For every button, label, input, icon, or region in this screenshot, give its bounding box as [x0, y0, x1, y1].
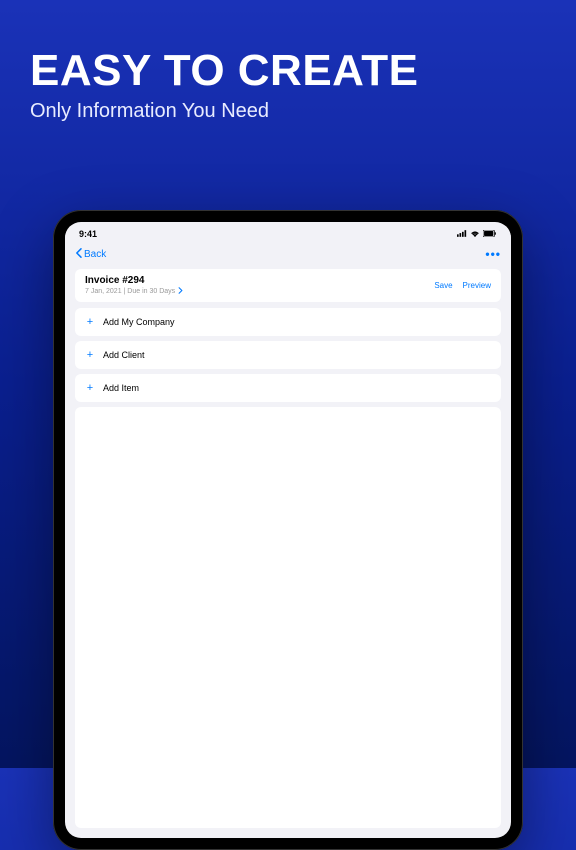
add-client-label: Add Client — [103, 350, 145, 360]
more-button[interactable]: ••• — [485, 247, 501, 261]
invoice-title-block[interactable]: Invoice #294 7 Jan, 2021 | Due in 30 Day… — [85, 275, 183, 296]
wifi-icon — [470, 229, 480, 239]
hero-title: EASY TO CREATE — [30, 48, 546, 94]
save-button[interactable]: Save — [434, 281, 452, 290]
add-item-row[interactable]: + Add Item — [75, 374, 501, 402]
add-company-label: Add My Company — [103, 317, 175, 327]
add-company-row[interactable]: + Add My Company — [75, 308, 501, 336]
invoice-title: Invoice #294 — [85, 275, 183, 286]
battery-icon — [483, 229, 497, 239]
hero-section: EASY TO CREATE Only Information You Need — [0, 0, 576, 123]
invoice-header: Invoice #294 7 Jan, 2021 | Due in 30 Day… — [75, 269, 501, 302]
status-bar: 9:41 — [65, 225, 511, 243]
preview-button[interactable]: Preview — [463, 281, 491, 290]
invoice-meta: 7 Jan, 2021 | Due in 30 Days — [85, 287, 183, 296]
content-area — [75, 407, 501, 828]
nav-bar: Back ••• — [65, 243, 511, 265]
chevron-right-icon — [178, 287, 183, 296]
invoice-meta-text: 7 Jan, 2021 | Due in 30 Days — [85, 288, 175, 295]
signal-icon — [457, 229, 467, 239]
plus-icon: + — [85, 316, 95, 328]
tablet-frame: 9:41 Back ••• — [53, 210, 523, 850]
add-client-row[interactable]: + Add Client — [75, 341, 501, 369]
plus-icon: + — [85, 349, 95, 361]
back-button[interactable]: Back — [75, 248, 106, 261]
status-icons — [457, 229, 497, 239]
add-item-label: Add Item — [103, 383, 139, 393]
hero-subtitle: Only Information You Need — [30, 100, 546, 123]
chevron-left-icon — [75, 248, 82, 261]
plus-icon: + — [85, 382, 95, 394]
status-time: 9:41 — [79, 229, 97, 239]
invoice-actions: Save Preview — [434, 281, 491, 290]
tablet-screen: 9:41 Back ••• — [65, 222, 511, 838]
back-label: Back — [84, 249, 106, 260]
